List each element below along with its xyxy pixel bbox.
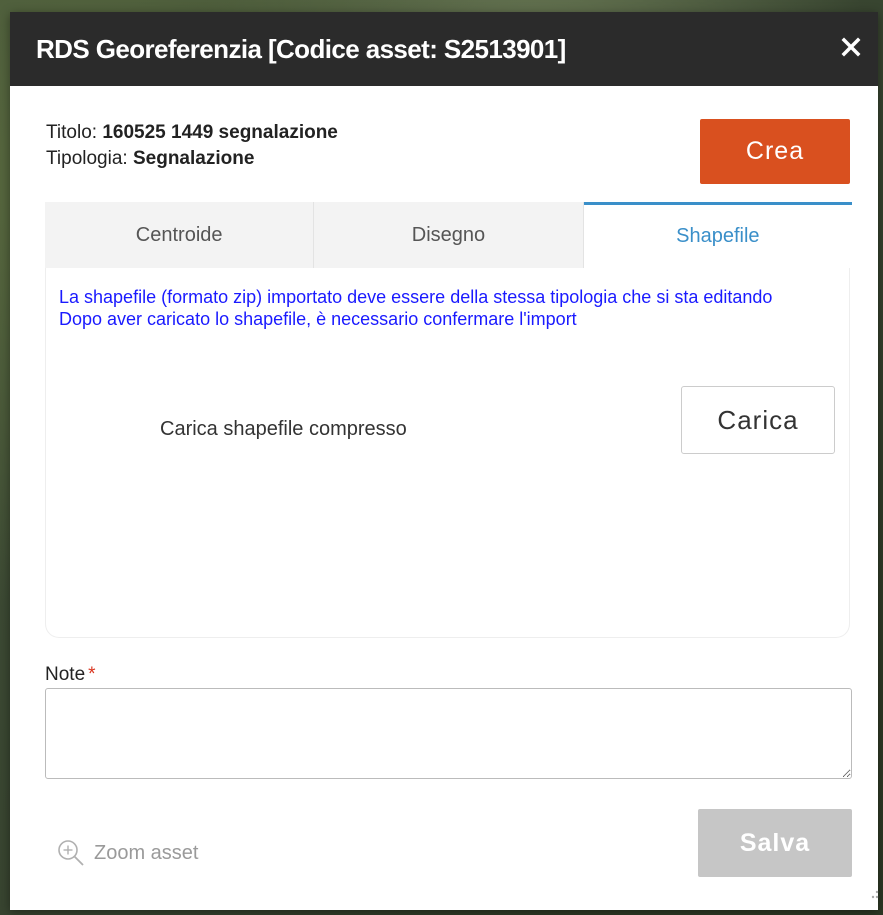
zoom-asset-label: Zoom asset [94,841,199,864]
required-marker: * [88,664,96,685]
note-textarea[interactable] [45,688,852,779]
zoom-in-icon [58,840,84,866]
titolo-value: 160525 1449 segnalazione [102,122,338,143]
shapefile-notice: La shapefile (formato zip) importato dev… [59,286,839,330]
close-button[interactable] [836,32,866,62]
tab-bar: Centroide Disegno Shapefile [45,202,852,268]
close-icon [841,37,861,57]
shapefile-panel: La shapefile (formato zip) importato dev… [45,268,850,638]
notice-line-1: La shapefile (formato zip) importato dev… [59,287,773,307]
zoom-asset-link[interactable]: Zoom asset [56,838,198,868]
titolo-row: Titolo: 160525 1449 segnalazione [46,120,338,146]
tipologia-value: Segnalazione [132,148,255,169]
tipologia-row: Tipologia: Segnalazione [46,146,338,172]
notice-line-2: Dopo aver caricato lo shapefile, è neces… [59,309,577,329]
titolo-label: Titolo: [46,122,98,143]
dialog-title: RDS Georeferenzia [Codice asset: S251390… [36,34,566,64]
tab-shapefile[interactable]: Shapefile [583,202,852,268]
dialog-titlebar: RDS Georeferenzia [Codice asset: S251390… [10,12,878,86]
tab-centroide[interactable]: Centroide [45,202,315,268]
note-label: Note * [45,664,96,686]
carica-button[interactable]: Carica [681,386,835,454]
salva-button[interactable]: Salva [698,809,852,877]
resize-grip-icon[interactable] [868,888,880,908]
georeferenzia-dialog: RDS Georeferenzia [Codice asset: S251390… [10,12,878,910]
tab-disegno[interactable]: Disegno [314,202,584,268]
note-label-text: Note [45,664,86,685]
tipologia-label: Tipologia: [46,148,128,169]
asset-info: Titolo: 160525 1449 segnalazione Tipolog… [46,120,338,172]
crea-button[interactable]: Crea [700,119,850,184]
upload-label: Carica shapefile compresso [160,418,407,440]
